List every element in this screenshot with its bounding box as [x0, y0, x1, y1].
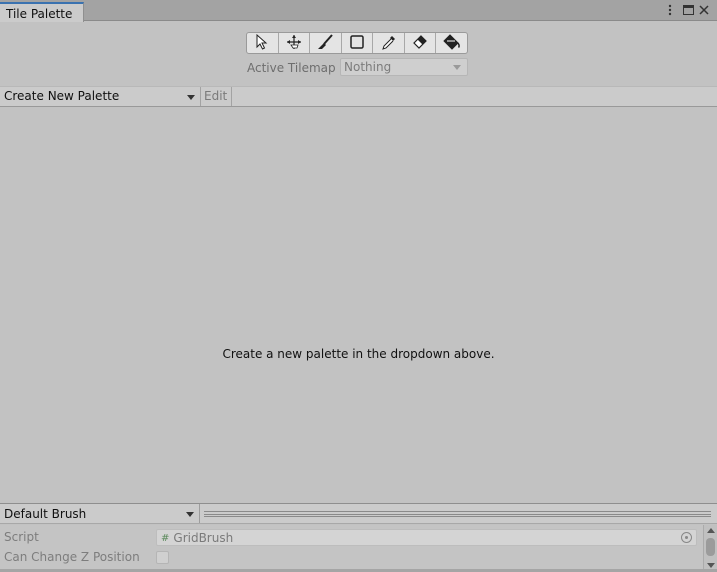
inspector-scrollbar[interactable] — [703, 525, 717, 572]
palette-dropdown-value: Create New Palette — [4, 89, 120, 103]
brush-inspector: Script # GridBrush Can Change Z Position — [0, 525, 703, 572]
arrow-cursor-icon — [255, 33, 269, 53]
paint-bucket-icon — [443, 33, 461, 53]
maximize-icon[interactable] — [681, 3, 695, 17]
empty-palette-message: Create a new palette in the dropdown abo… — [222, 347, 495, 361]
script-label: Script — [4, 530, 39, 544]
eraser-icon — [412, 34, 428, 53]
eyedropper-icon — [381, 34, 397, 53]
brush-dropdown-value: Default Brush — [4, 507, 87, 521]
paint-tool-button[interactable] — [310, 33, 342, 53]
picker-tool-button[interactable] — [373, 33, 405, 53]
chevron-down-icon — [453, 65, 461, 70]
palette-dropdown[interactable]: Create New Palette — [0, 87, 201, 106]
tab-title: Tile Palette — [6, 7, 73, 21]
active-tilemap-label: Active Tilemap — [247, 61, 336, 75]
chevron-down-icon — [186, 512, 194, 517]
close-icon[interactable] — [697, 3, 711, 17]
splitter-handle[interactable] — [204, 511, 711, 517]
can-change-z-label: Can Change Z Position — [4, 550, 140, 564]
fill-tool-button[interactable] — [436, 33, 467, 53]
paintbrush-icon — [316, 33, 334, 53]
tab-tile-palette[interactable]: Tile Palette — [0, 2, 84, 22]
rectangle-icon — [349, 34, 365, 53]
chevron-down-icon — [187, 95, 195, 100]
brush-toolbar: Default Brush — [0, 503, 717, 524]
erase-tool-button[interactable] — [405, 33, 437, 53]
brush-dropdown[interactable]: Default Brush — [0, 504, 200, 523]
tab-bar: Tile Palette — [0, 0, 717, 22]
palette-toolbar: Create New Palette Edit — [0, 86, 717, 107]
scroll-thumb[interactable] — [706, 538, 715, 556]
tool-group — [246, 32, 468, 54]
script-field[interactable]: # GridBrush — [156, 529, 697, 546]
script-value: GridBrush — [173, 531, 234, 545]
object-picker-icon[interactable] — [681, 532, 692, 543]
scroll-down-icon[interactable] — [707, 563, 715, 568]
select-tool-button[interactable] — [247, 33, 279, 53]
can-change-z-checkbox[interactable] — [156, 551, 169, 564]
active-tilemap-dropdown[interactable]: Nothing — [340, 58, 468, 76]
move-tool-button[interactable] — [279, 33, 311, 53]
scroll-up-icon[interactable] — [707, 528, 715, 533]
script-file-icon: # — [161, 532, 170, 544]
kebab-menu-icon[interactable] — [663, 3, 677, 17]
box-fill-tool-button[interactable] — [342, 33, 374, 53]
move-arrows-icon — [285, 34, 303, 53]
edit-button[interactable]: Edit — [201, 87, 232, 106]
active-tilemap-value: Nothing — [344, 60, 392, 74]
